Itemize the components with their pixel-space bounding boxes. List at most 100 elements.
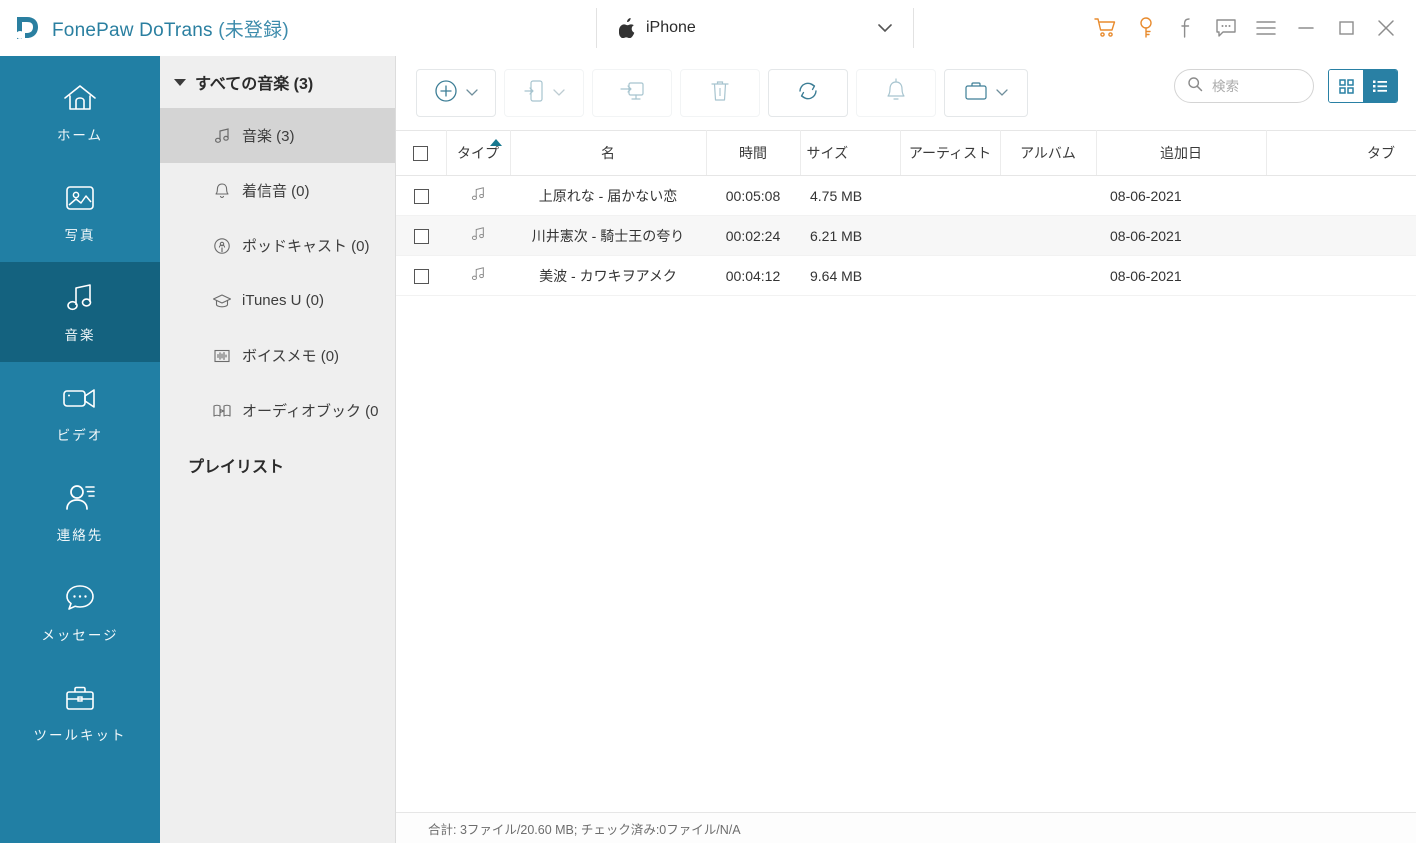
maximize-icon[interactable] (1326, 0, 1366, 56)
row-checkbox[interactable] (413, 268, 429, 284)
column-header-select-all[interactable] (396, 130, 447, 176)
sidebar-item-photos[interactable]: 写真 (0, 162, 160, 262)
chevron-down-icon[interactable] (877, 21, 893, 39)
row-checkbox[interactable] (413, 188, 429, 204)
bell-icon (884, 77, 908, 110)
music-note-icon (212, 126, 232, 146)
chevron-down-icon (995, 84, 1009, 102)
sidebar-item-contacts[interactable]: 連絡先 (0, 462, 160, 562)
refresh-button[interactable] (768, 69, 848, 117)
row-artist-cell (900, 175, 1000, 216)
column-header-tab[interactable]: タブ (1266, 130, 1416, 176)
toolbar-right-group (1174, 69, 1398, 103)
tree-item-audiobooks[interactable]: オーディオブック (0 (160, 383, 395, 438)
row-size-cell: 6.21 MB (800, 215, 900, 256)
tree-item-voice-memos[interactable]: ボイスメモ (0) (160, 328, 395, 383)
search-icon (1187, 76, 1203, 97)
column-header-artist[interactable]: アーティスト (900, 130, 1001, 176)
search-input[interactable] (1212, 78, 1301, 94)
device-selector[interactable]: iPhone (596, 8, 914, 48)
sidebar-item-toolkit[interactable]: ツールキット (0, 662, 160, 762)
column-header-size[interactable]: サイズ (800, 130, 901, 176)
photo-icon (63, 180, 97, 216)
column-header-name[interactable]: 名 (510, 130, 707, 176)
music-note-icon (470, 267, 486, 285)
sidebar-item-music[interactable]: 音楽 (0, 262, 160, 362)
ringtone-maker-button[interactable] (856, 69, 936, 117)
cart-icon[interactable] (1086, 0, 1126, 56)
contacts-icon (62, 480, 98, 516)
sidebar-item-label: 連絡先 (56, 528, 104, 543)
select-all-checkbox[interactable] (413, 146, 429, 162)
tree-item-music[interactable]: 音楽 (3) (160, 108, 395, 163)
trash-icon (708, 78, 732, 109)
row-album-cell (1000, 175, 1096, 216)
column-label: タイプ (457, 145, 499, 161)
row-checkbox-cell[interactable] (396, 215, 446, 256)
tree-item-itunes-u[interactable]: iTunes U (0) (160, 273, 395, 328)
row-checkbox-cell[interactable] (396, 255, 446, 296)
row-added-cell: 08-06-2021 (1096, 175, 1266, 216)
brand: FonePaw DoTrans (未登録) (0, 13, 289, 43)
music-note-icon (470, 227, 486, 245)
graduation-cap-icon (212, 291, 232, 311)
row-added-cell: 08-06-2021 (1096, 255, 1266, 296)
sidebar-item-messages[interactable]: メッセージ (0, 562, 160, 662)
tree-header-all-music[interactable]: すべての音楽 (3) (160, 56, 395, 108)
tree-item-label: ボイスメモ (0) (242, 348, 340, 365)
close-icon[interactable] (1366, 0, 1406, 56)
row-type-cell (446, 255, 510, 296)
row-name-cell: 川井憲次 - 騎士王の夸り (510, 215, 706, 256)
facebook-icon[interactable] (1166, 0, 1206, 56)
view-toggle (1328, 69, 1398, 103)
waveform-icon (212, 346, 232, 366)
table-row[interactable]: 美波 - カワキヲアメク 00:04:12 9.64 MB 08-06-2021 (396, 255, 1416, 296)
list-view-icon[interactable] (1363, 70, 1397, 102)
tree-item-ringtones[interactable]: 着信音 (0) (160, 163, 395, 218)
column-label: 時間 (739, 145, 767, 161)
table-row[interactable]: 川井憲次 - 騎士王の夸り 00:02:24 6.21 MB 08-06-202… (396, 215, 1416, 256)
row-checkbox[interactable] (413, 228, 429, 244)
tree-section-playlist[interactable]: プレイリスト (160, 438, 395, 492)
row-type-cell (446, 215, 510, 256)
file-table-container[interactable]: タイプ 名 時間 サイズ アーティスト アルバム 追加日 タブ 上原れな - 届… (396, 130, 1416, 812)
home-icon (61, 80, 99, 116)
chevron-down-icon (465, 84, 479, 102)
key-icon[interactable] (1126, 0, 1166, 56)
menu-icon[interactable] (1246, 0, 1286, 56)
minimize-icon[interactable] (1286, 0, 1326, 56)
row-size-cell: 4.75 MB (800, 175, 900, 216)
table-body: 上原れな - 届かない恋 00:05:08 4.75 MB 08-06-2021 (396, 175, 1416, 296)
row-checkbox-cell[interactable] (396, 175, 446, 216)
row-time-cell: 00:05:08 (706, 175, 800, 216)
sidebar-item-home[interactable]: ホーム (0, 62, 160, 162)
column-header-added-date[interactable]: 追加日 (1096, 130, 1267, 176)
column-label: サイズ (806, 145, 849, 161)
column-header-album[interactable]: アルバム (1000, 130, 1097, 176)
sidebar-item-videos[interactable]: ビデオ (0, 362, 160, 462)
column-header-type[interactable]: タイプ (446, 130, 511, 176)
window-controls (1086, 0, 1406, 56)
search-box[interactable] (1174, 69, 1314, 103)
export-to-pc-button[interactable] (592, 69, 672, 117)
title-bar: FonePaw DoTrans (未登録) iPhone (0, 0, 1416, 56)
tree-item-podcasts[interactable]: ポッドキャスト (0) (160, 218, 395, 273)
tree-item-label: オーディオブック (0 (242, 403, 379, 420)
music-icon (63, 280, 97, 316)
chevron-down-icon (552, 84, 566, 102)
table-row[interactable]: 上原れな - 届かない恋 00:05:08 4.75 MB 08-06-2021 (396, 175, 1416, 216)
row-album-cell (1000, 255, 1096, 296)
content-toolbar (396, 56, 1416, 130)
delete-button[interactable] (680, 69, 760, 117)
status-text: 合計: 3ファイル/20.60 MB; チェック済み:0ファイル/N/A (428, 822, 741, 837)
add-button[interactable] (416, 69, 496, 117)
column-header-time[interactable]: 時間 (706, 130, 801, 176)
column-label: アーティスト (908, 145, 992, 161)
plus-circle-icon (433, 78, 459, 109)
export-to-device-button[interactable] (504, 69, 584, 117)
grid-view-icon[interactable] (1329, 70, 1363, 102)
feedback-chat-icon[interactable] (1206, 0, 1246, 56)
column-label: 追加日 (1160, 145, 1202, 161)
sidebar-item-label: ツールキット (33, 728, 127, 743)
toolbox-button[interactable] (944, 69, 1028, 117)
